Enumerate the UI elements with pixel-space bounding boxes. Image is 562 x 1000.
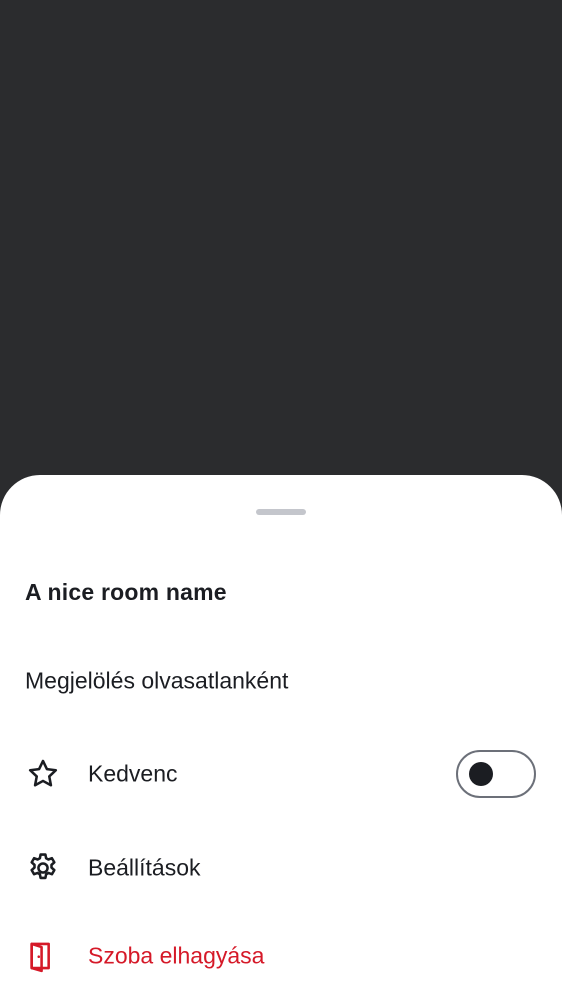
favourite-item[interactable]: Kedvenc — [0, 739, 562, 809]
settings-gear-icon — [30, 853, 56, 880]
room-options-bottom-sheet: A nice room name Megjelölés olvasatlanké… — [0, 475, 562, 1000]
room-name-title: A nice room name — [25, 579, 227, 605]
settings-label: Beállítások — [88, 854, 201, 881]
favourite-toggle-switch[interactable] — [456, 750, 536, 798]
favourite-label: Kedvenc — [88, 760, 178, 787]
star-icon — [28, 759, 58, 787]
bottom-sheet-drag-handle[interactable] — [256, 509, 306, 515]
settings-item[interactable]: Beállítások — [0, 833, 562, 903]
leave-room-label: Szoba elhagyása — [88, 942, 265, 969]
mark-as-unread-item[interactable]: Megjelölés olvasatlanként — [0, 646, 562, 716]
mark-as-unread-label: Megjelölés olvasatlanként — [25, 667, 289, 694]
leave-room-item[interactable]: Szoba elhagyása — [0, 921, 562, 991]
leave-door-icon — [30, 942, 50, 973]
toggle-knob — [469, 762, 493, 786]
